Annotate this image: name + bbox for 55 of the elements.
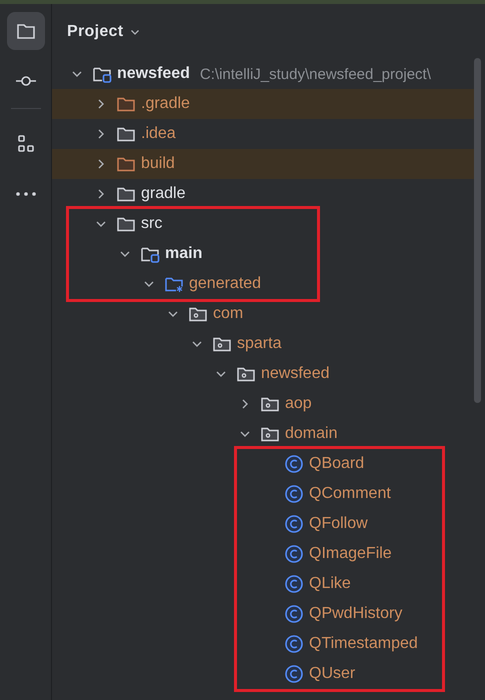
- tree-item[interactable]: generated: [69, 269, 262, 299]
- tree-item[interactable]: QPwdHistory: [237, 599, 418, 629]
- tree-item[interactable]: sparta: [52, 329, 474, 359]
- tree-item[interactable]: domain: [52, 419, 474, 449]
- tree-item[interactable]: QLike: [237, 569, 418, 599]
- tree-item-label: build: [141, 155, 175, 173]
- class-icon: [284, 454, 304, 474]
- tree-item-label: QUser: [309, 665, 356, 683]
- tree-item[interactable]: com: [52, 299, 474, 329]
- tree-item-label: src: [141, 215, 162, 233]
- tool-window-button[interactable]: [6, 12, 44, 50]
- tree-item[interactable]: src: [69, 209, 262, 239]
- tree-item[interactable]: QTimestamped: [237, 629, 418, 659]
- tree-item-label: newsfeed: [117, 65, 190, 83]
- class-icon: [284, 664, 304, 684]
- class-icon: [284, 514, 304, 534]
- class-icon: [284, 484, 304, 504]
- tree-item[interactable]: QUser: [237, 659, 418, 689]
- tree-item-label: QImageFile: [309, 545, 392, 563]
- tree-item-label: QBoard: [309, 455, 364, 473]
- panel-title[interactable]: Project: [67, 22, 124, 40]
- tree-item-label: QLike: [309, 575, 351, 593]
- tree-item[interactable]: build: [52, 149, 474, 179]
- tree-item-label: QTimestamped: [309, 635, 418, 653]
- tree-item[interactable]: aop: [52, 389, 474, 419]
- more-icon: [16, 192, 36, 196]
- class-icon: [284, 574, 304, 594]
- tree-item[interactable]: .gradle: [52, 89, 474, 119]
- tree-item-label: main: [165, 245, 202, 263]
- tree-item-label: domain: [285, 425, 338, 443]
- tree-item[interactable]: newsfeed C:\intelliJ_study\newsfeed_project\: [52, 59, 474, 89]
- tree-item[interactable]: QImageFile: [237, 539, 418, 569]
- tree-item[interactable]: main: [69, 239, 262, 269]
- tree-item[interactable]: .idea: [52, 119, 474, 149]
- tree-item-label: sparta: [237, 335, 282, 353]
- tree-item[interactable]: QFollow: [237, 509, 418, 539]
- class-icon: [284, 604, 304, 624]
- scrollbar-thumb[interactable]: [474, 58, 481, 403]
- tree-item-label: QFollow: [309, 515, 368, 533]
- tree-item-label: aop: [285, 395, 312, 413]
- tree-item[interactable]: QBoard: [237, 449, 418, 479]
- tree-item-label: .gradle: [141, 95, 190, 113]
- tree-item[interactable]: newsfeed: [52, 359, 474, 389]
- project-path: C:\intelliJ_study\newsfeed_project\: [200, 66, 431, 82]
- tree-item[interactable]: gradle: [52, 179, 474, 209]
- tree-item-label: .idea: [141, 125, 176, 143]
- tree-item-label: gradle: [141, 185, 186, 203]
- tree-item-label: generated: [189, 275, 262, 293]
- tree-item-label: com: [213, 305, 244, 323]
- class-icon: [284, 544, 304, 564]
- tree-item-label: newsfeed: [261, 365, 330, 383]
- class-icon: [284, 634, 304, 654]
- tree-item-label: QPwdHistory: [309, 605, 402, 623]
- tree-item[interactable]: QComment: [237, 479, 418, 509]
- tree-item-label: QComment: [309, 485, 391, 503]
